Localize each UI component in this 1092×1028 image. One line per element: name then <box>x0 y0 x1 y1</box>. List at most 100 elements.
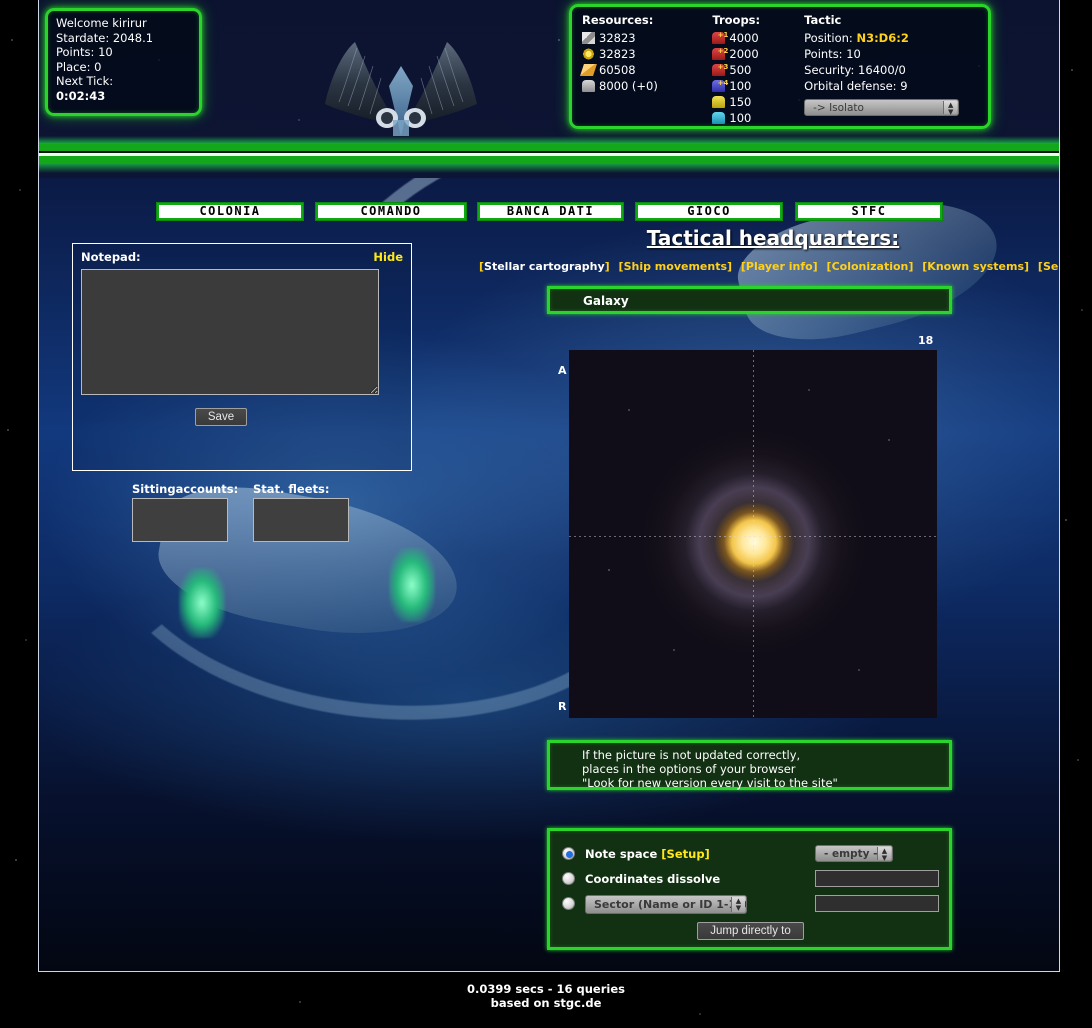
nav-button-gioco[interactable]: GIOCO <box>635 202 783 221</box>
nav-button-colonia[interactable]: COLONIA <box>156 202 304 221</box>
crystal-icon <box>580 64 597 76</box>
chevron-updown-icon: ▲ ▼ <box>943 101 958 115</box>
tactic-heading: Tactic <box>804 13 842 27</box>
troop-value: 100 <box>729 111 752 125</box>
note-line-2: places in the options of your browser <box>582 762 796 776</box>
troop-row: 150 <box>712 94 804 110</box>
jump-option-note-space-label: Note space [Setup] <box>585 847 815 861</box>
link-player-info[interactable]: [Player info] <box>741 260 818 273</box>
tactic-column: Tactic Position: N3:D6:2 Points: 10 Secu… <box>804 13 978 126</box>
galaxy-crosshair-horizontal <box>569 536 937 537</box>
status-panel: Resources: 32823 32823 60508 8000 (+0) T… <box>569 4 991 129</box>
sitting-accounts-listbox[interactable] <box>132 498 228 542</box>
page-root: Welcome kirirur Stardate: 2048.1 Points:… <box>0 0 1092 1028</box>
stat-fleets-block: Stat. fleets: <box>253 482 349 542</box>
jump-to-panel: Note space [Setup] - empty - ▲ ▼ Coordina… <box>547 828 952 950</box>
troop-value: 4000 <box>729 31 759 45</box>
notepad-textarea[interactable] <box>81 269 379 395</box>
link-known-systems[interactable]: [Known systems] <box>922 260 1029 273</box>
troop-row: +4 100 <box>712 78 804 94</box>
footer-query-stats: 0.0399 secs - 16 queries <box>467 982 625 996</box>
green-divider <box>39 136 1059 178</box>
resource-value: 8000 (+0) <box>599 79 658 93</box>
tactic-orbital-defense: Orbital defense: 9 <box>804 79 908 93</box>
link-colonization[interactable]: [Colonization] <box>827 260 914 273</box>
tactic-position-row: Position: N3:D6:2 <box>804 30 978 46</box>
stat-fleets-label: Stat. fleets: <box>253 482 330 496</box>
note-space-select[interactable]: - empty - ▲ ▼ <box>815 845 893 862</box>
welcome-next-tick-value: 0:02:43 <box>56 88 106 103</box>
resources-heading: Resources: <box>582 13 654 27</box>
page-title: Tactical headquarters: <box>646 226 900 250</box>
tactic-select[interactable]: -> Isolato ▲ ▼ <box>804 99 960 116</box>
note-space-text: Note space <box>585 846 658 861</box>
resource-row: 8000 (+0) <box>582 78 712 94</box>
jump-option-coordinates-row: Coordinates dissolve <box>562 866 939 891</box>
link-label: Colonization <box>831 260 909 273</box>
tactic-select-value: -> Isolato <box>813 102 864 114</box>
ship-glow-decor <box>179 568 225 638</box>
page-footer: 0.0399 secs - 16 queries based on stgc.d… <box>0 982 1092 1010</box>
nav-button-comando[interactable]: COMANDO <box>315 202 467 221</box>
ship-glow-decor <box>389 548 435 622</box>
link-label: Sensors <box>1042 260 1059 273</box>
note-space-setup-link[interactable]: [Setup] <box>661 847 710 861</box>
galaxy-column-label: 18 <box>918 334 934 347</box>
link-label: Ship movements <box>623 260 728 273</box>
note-line-1: If the picture is not updated correctly, <box>582 748 801 762</box>
troops-heading: Troops: <box>712 13 761 27</box>
nav-label: COLONIA <box>159 205 301 218</box>
link-ship-movements[interactable]: [Ship movements] <box>619 260 733 273</box>
troop-value: 2000 <box>729 47 759 61</box>
radio-sector[interactable] <box>562 897 575 910</box>
note-line-3: "Look for new version every visit to the… <box>582 776 838 790</box>
jump-option-coordinates-label: Coordinates dissolve <box>585 871 721 886</box>
galaxy-header: Galaxy <box>547 286 952 314</box>
link-label: Player info <box>745 260 813 273</box>
nav-label: GIOCO <box>638 205 780 218</box>
galaxy-map-image[interactable] <box>569 350 937 718</box>
welcome-panel: Welcome kirirur Stardate: 2048.1 Points:… <box>45 8 202 116</box>
nav-label: STFC <box>798 205 940 218</box>
resource-row: 60508 <box>580 62 712 78</box>
jump-option-sector-row: Sector (Name or ID 1-196) ▲ ▼ <box>562 891 939 916</box>
nav-label: BANCA DATI <box>480 205 621 218</box>
link-label: Stellar cartography <box>484 260 605 273</box>
sector-input[interactable] <box>815 895 939 912</box>
welcome-greeting: Welcome kirirur <box>56 16 147 30</box>
stat-fleets-listbox[interactable] <box>253 498 349 542</box>
jump-directly-to-button[interactable]: Jump directly to <box>697 922 804 940</box>
sitting-accounts-label: Sittingaccounts: <box>132 482 239 496</box>
jump-option-note-space-row: Note space [Setup] - empty - ▲ ▼ <box>562 841 939 866</box>
notepad-hide-link[interactable]: Hide <box>373 250 403 264</box>
sector-select-value: Sector (Name or ID 1-196) <box>594 898 747 911</box>
radio-coordinates-dissolve[interactable] <box>562 872 575 885</box>
nav-button-banca-dati[interactable]: BANCA DATI <box>477 202 624 221</box>
nav-button-stfc[interactable]: STFC <box>795 202 943 221</box>
troop-type-5-icon <box>712 96 726 108</box>
radio-note-space[interactable] <box>562 847 575 860</box>
notepad-save-button[interactable]: Save <box>194 408 248 426</box>
sector-select[interactable]: Sector (Name or ID 1-196) ▲ ▼ <box>585 895 747 914</box>
main-body: COLONIA COMANDO BANCA DATI GIOCO STFC Ta… <box>39 178 1059 971</box>
tactic-position-value: N3:D6:2 <box>856 31 909 45</box>
coordinates-input[interactable] <box>815 870 939 887</box>
link-sensors[interactable]: [Sensors] <box>1038 260 1059 273</box>
galaxy-row-label-top: A <box>558 364 567 377</box>
galaxy-row-label-bottom: R <box>558 700 567 713</box>
resource-row: 32823 <box>582 46 712 62</box>
troop-type-6-icon <box>712 112 726 124</box>
notepad-label: Notepad: <box>81 250 141 264</box>
notepad-panel: Notepad: Hide Save <box>72 243 412 471</box>
troops-column: Troops: +1 4000 +2 2000 +3 500 +4 100 150 10… <box>712 13 804 126</box>
link-stellar-cartography[interactable]: [Stellar cartography] <box>479 260 610 273</box>
tactic-position-label: Position: <box>804 31 853 45</box>
welcome-next-tick-label: Next Tick: <box>56 74 114 88</box>
welcome-points: Points: 10 <box>56 45 113 59</box>
population-icon <box>582 80 595 92</box>
welcome-place: Place: 0 <box>56 59 102 74</box>
galaxy-header-label: Galaxy <box>583 294 629 308</box>
troop-row: 100 <box>712 110 804 126</box>
jump-option-sector-label: Sector (Name or ID 1-196) ▲ ▼ <box>585 890 815 917</box>
resource-value: 32823 <box>599 47 636 61</box>
